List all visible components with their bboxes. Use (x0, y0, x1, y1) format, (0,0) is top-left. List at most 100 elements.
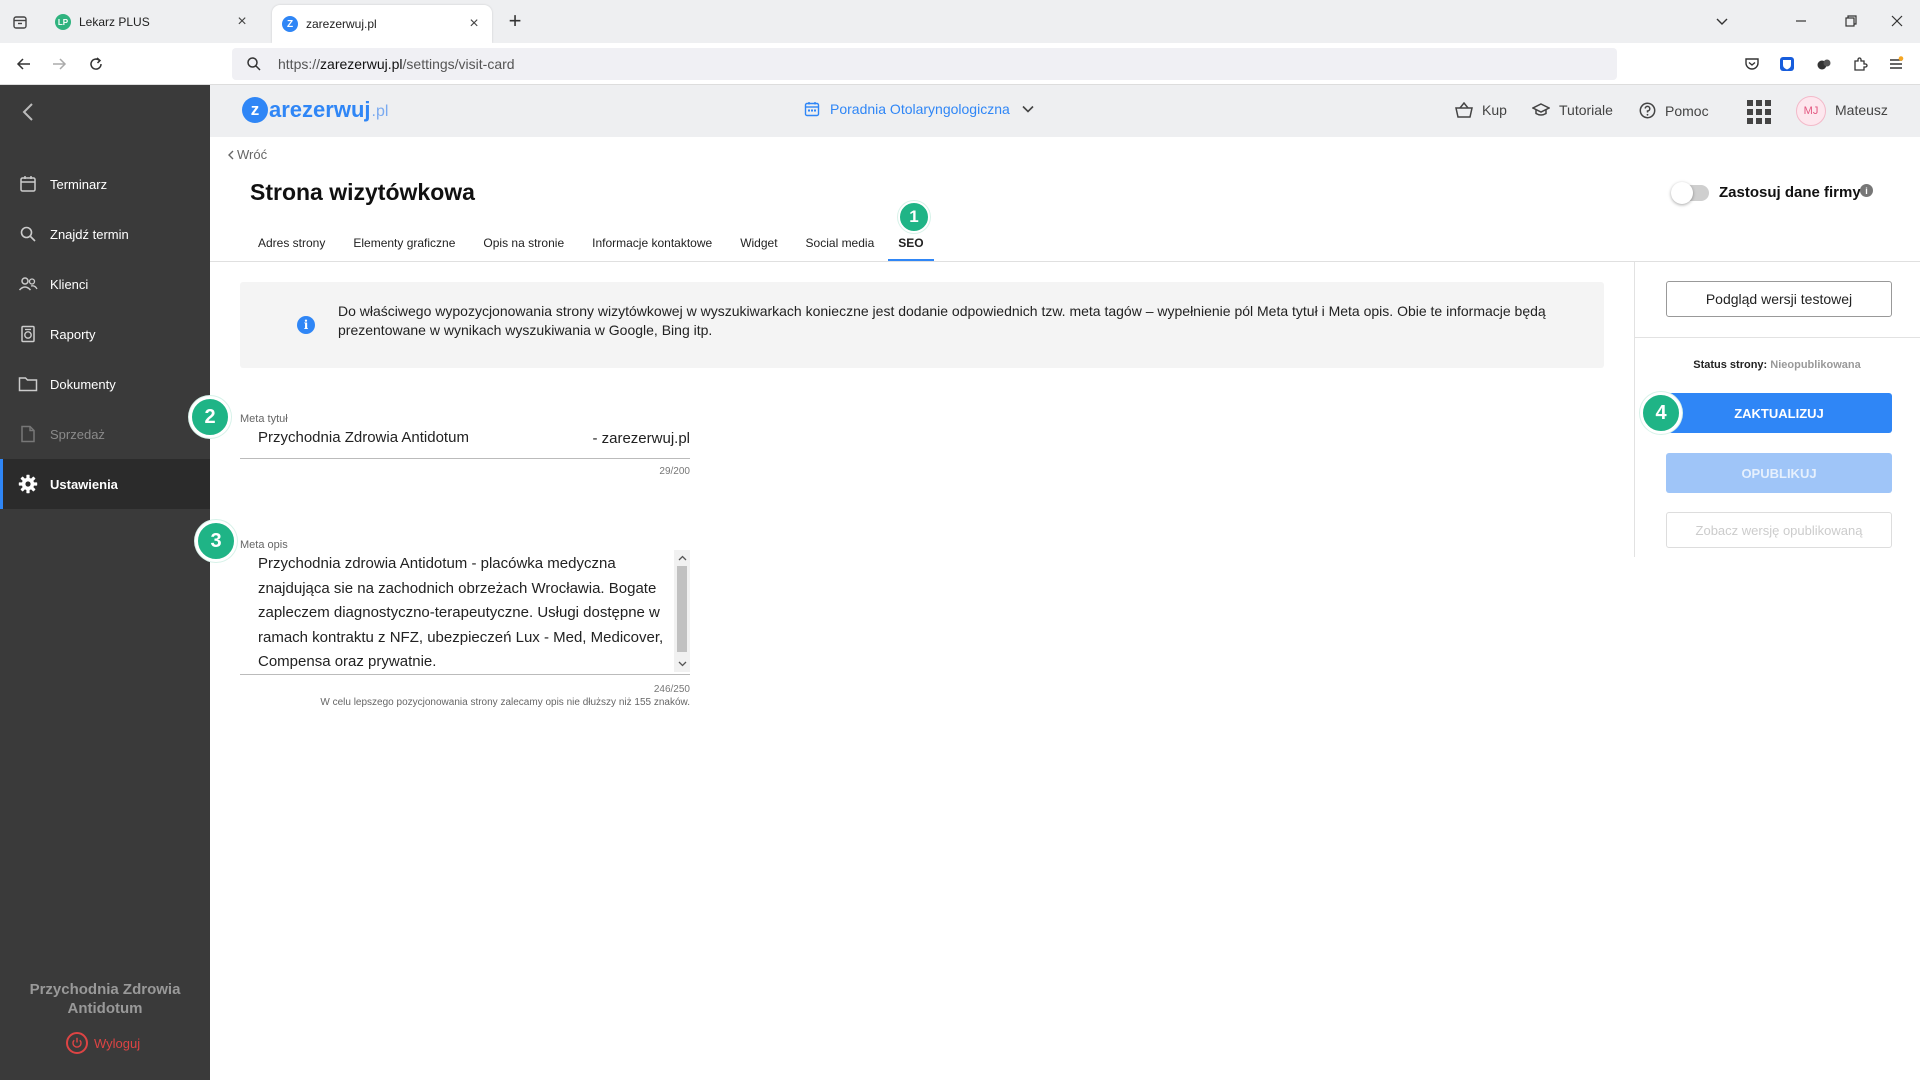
toggle-switch[interactable] (1671, 181, 1709, 204)
url-text: https://zarezerwuj.pl/settings/visit-car… (278, 56, 515, 72)
scrollbar-thumb[interactable] (677, 566, 687, 652)
info-icon: i (297, 316, 315, 334)
apps-grid-icon[interactable] (1747, 100, 1771, 124)
page-status: Status strony: Nieopublikowana (1634, 359, 1920, 371)
clinic-selector[interactable]: Poradnia Otolaryngologiczna (804, 101, 1034, 117)
clients-icon (18, 274, 38, 294)
meta-title-label: Meta tytuł (240, 413, 288, 425)
tab-informacje-kontaktowe[interactable]: Informacje kontaktowe (578, 230, 726, 262)
publish-button[interactable]: OPUBLIKUJ (1666, 453, 1892, 493)
step-badge-3: 3 (195, 520, 237, 562)
logo-text: arezerwuj (269, 97, 371, 122)
sidebar-item-sprzedaz[interactable]: Sprzedaż (0, 409, 210, 459)
forward-arrow-icon[interactable] (47, 52, 71, 76)
zarezerwuj-logo[interactable]: z arezerwuj .pl (242, 97, 388, 123)
bitwarden-icon[interactable] (1777, 54, 1797, 74)
logo-domain: .pl (371, 103, 389, 120)
sidebar-item-znajdz-termin[interactable]: Znajdź termin (0, 209, 210, 259)
lekarz-favicon-icon: LP (55, 14, 71, 30)
meta-title-field[interactable]: Przychodnia Zdrowia Antidotum - zarezerw… (240, 426, 690, 459)
tutorials-link[interactable]: Tutoriale (1532, 102, 1613, 118)
meta-desc-value: Przychodnia zdrowia Antidotum - placówka… (258, 555, 664, 670)
close-icon[interactable]: × (234, 13, 250, 30)
menu-icon[interactable] (1886, 54, 1906, 74)
browser-tab-lekarz[interactable]: LP Lekarz PLUS × (45, 5, 260, 39)
buy-label: Kup (1482, 102, 1507, 118)
avatar[interactable]: MJ (1796, 96, 1826, 126)
sidebar-item-label: Znajdź termin (50, 226, 129, 242)
step-badge-1: 1 (898, 201, 930, 233)
preview-test-button[interactable]: Podgląd wersji testowej (1666, 281, 1892, 317)
tab-opis-na-stronie[interactable]: Opis na stronie (469, 230, 578, 262)
window-close-icon[interactable] (1882, 8, 1912, 34)
url-path: /settings/visit-card (402, 56, 515, 72)
tabs-divider (210, 261, 1920, 262)
seo-info-text: Do właściwego wypozycjonowania strony wi… (338, 303, 1546, 338)
sidebar-item-label: Dokumenty (50, 376, 116, 392)
address-bar[interactable]: https://zarezerwuj.pl/settings/visit-car… (232, 48, 1617, 80)
app-header: z arezerwuj .pl Poradnia Otolaryngologic… (210, 85, 1920, 137)
textarea-scrollbar[interactable] (674, 550, 690, 672)
sidebar-item-label: Ustawienia (50, 476, 118, 492)
close-icon[interactable]: × (466, 15, 482, 32)
logo-letter: z (242, 97, 268, 123)
buy-link[interactable]: Kup (1455, 102, 1507, 118)
collapse-sidebar-chevron-left-icon[interactable] (16, 99, 42, 125)
info-icon[interactable]: i (1860, 184, 1873, 197)
minimize-icon[interactable] (1786, 8, 1816, 34)
tab-seo[interactable]: SEO (888, 230, 934, 262)
sidebar-item-raporty[interactable]: Raporty (0, 309, 210, 359)
step-badge-2: 2 (189, 396, 231, 438)
help-icon (1639, 102, 1656, 119)
step-badge-4: 4 (1640, 392, 1682, 434)
sidebar-item-label: Raporty (50, 326, 96, 342)
back-arrow-icon[interactable] (12, 52, 36, 76)
meta-desc-counter: 246/250 (653, 684, 690, 695)
browser-tabstrip: LP Lekarz PLUS × Z zarezerwuj.pl × + (0, 0, 1920, 43)
company-data-toggle[interactable]: Zastosuj dane firmy (1671, 181, 1861, 204)
sidebar-item-klienci[interactable]: Klienci (0, 259, 210, 309)
tab-elementy-graficzne[interactable]: Elementy graficzne (339, 230, 469, 262)
chevron-left-icon (228, 150, 234, 160)
chevron-down-icon[interactable] (1707, 8, 1737, 34)
status-label: Status strony: (1693, 359, 1768, 371)
tab-social-media[interactable]: Social media (792, 230, 889, 262)
update-button[interactable]: ZAKTUALIZUJ (1666, 393, 1892, 433)
restore-icon[interactable] (1836, 8, 1866, 34)
puzzle-icon[interactable] (1850, 54, 1870, 74)
back-link[interactable]: Wróć (228, 147, 267, 162)
scroll-down-arrow-icon[interactable] (674, 657, 690, 671)
extension-icon[interactable] (1814, 54, 1834, 74)
meta-desc-hint: W celu lepszego pozycjonowania strony za… (320, 697, 690, 708)
tab-adres-strony[interactable]: Adres strony (244, 230, 339, 262)
folder-icon (18, 374, 38, 394)
settings-tabs: Adres strony Elementy graficzne Opis na … (244, 230, 934, 262)
url-domain: zarezerwuj.pl (320, 56, 403, 72)
sidebar-item-dokumenty[interactable]: Dokumenty (0, 359, 210, 409)
new-tab-plus-icon[interactable]: + (504, 8, 526, 33)
help-label: Pomoc (1665, 102, 1709, 119)
toggle-label: Zastosuj dane firmy (1719, 184, 1861, 201)
logout-button[interactable]: Wyloguj (66, 1032, 140, 1054)
scroll-up-arrow-icon[interactable] (674, 551, 690, 565)
view-published-button[interactable]: Zobacz wersję opublikowaną (1666, 512, 1892, 548)
pocket-icon[interactable] (1742, 54, 1762, 74)
sidebar-item-label: Terminarz (50, 176, 108, 192)
meta-title-suffix: - zarezerwuj.pl (592, 430, 690, 447)
zarezerwuj-favicon-icon: Z (282, 16, 298, 32)
sidebar-item-ustawienia[interactable]: Ustawienia (0, 459, 210, 509)
meta-title-counter: 29/200 (659, 466, 690, 477)
url-prefix: https:// (278, 56, 321, 72)
tab-widget[interactable]: Widget (726, 230, 791, 262)
search-icon (247, 57, 261, 71)
user-name[interactable]: Mateusz (1835, 102, 1888, 118)
sidebar-item-label: Sprzedaż (50, 426, 105, 442)
power-icon (66, 1032, 88, 1054)
tab-list-icon[interactable] (8, 10, 32, 34)
browser-tab-zarezerwuj[interactable]: Z zarezerwuj.pl × (272, 5, 492, 43)
sidebar: Terminarz Znajdź termin Klienci Raporty … (0, 85, 210, 1080)
help-link[interactable]: Pomoc (1639, 102, 1709, 119)
sidebar-item-terminarz[interactable]: Terminarz (0, 159, 210, 209)
reload-icon[interactable] (84, 52, 108, 76)
meta-desc-textarea[interactable]: Przychodnia zdrowia Antidotum - placówka… (240, 550, 690, 675)
